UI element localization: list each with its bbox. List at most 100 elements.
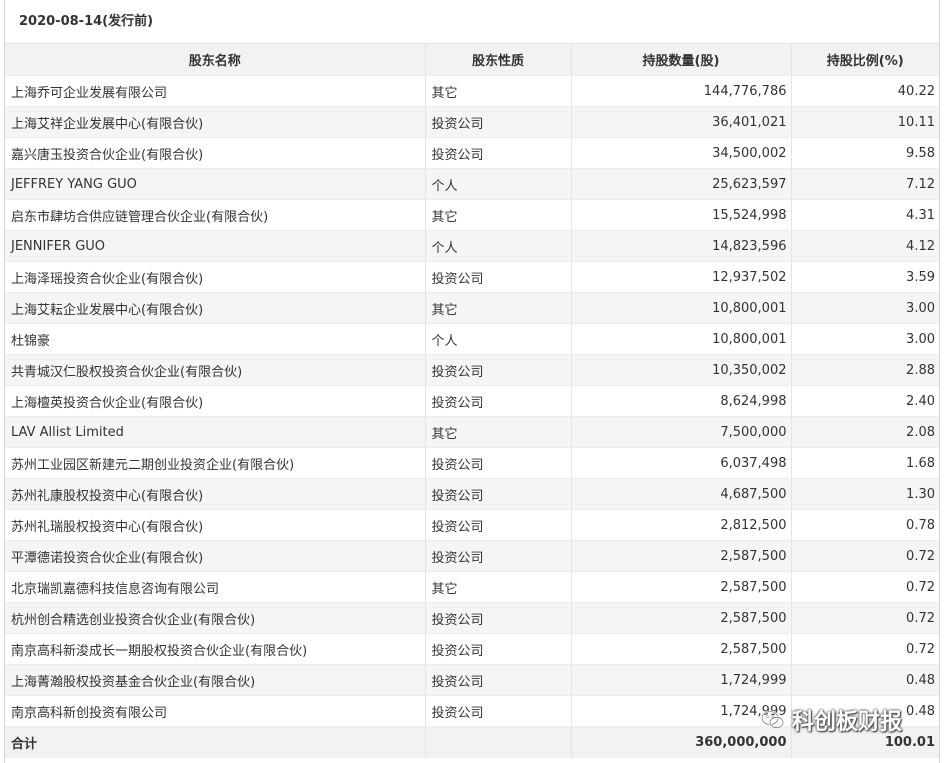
table-row: 启东市肆坊合供应链管理合伙企业(有限合伙) 其它 15,524,998 4.31 <box>5 199 939 231</box>
shareholder-type-cell: 投资公司 <box>425 137 572 169</box>
share-ratio-cell: 3.59 <box>791 261 939 293</box>
shareholder-type-cell: 其它 <box>425 571 572 603</box>
table-row: 苏州礼康股权投资中心(有限合伙) 投资公司 4,687,500 1.30 <box>5 478 939 510</box>
table-row: 苏州工业园区新建元二期创业投资企业(有限合伙) 投资公司 6,037,498 1.68 <box>5 447 939 479</box>
column-header-name: 股东名称 <box>5 44 426 76</box>
total-shares: 360,000,000 <box>571 726 792 758</box>
share-ratio-cell: 0.78 <box>791 509 939 541</box>
total-ratio: 100.01 <box>791 726 939 758</box>
shareholder-name-cell: 上海檀英投资合伙企业(有限合伙) <box>5 385 426 417</box>
table-row: 南京高科新浚成长一期股权投资合伙企业(有限合伙) 投资公司 2,587,500 0.7… <box>5 633 939 665</box>
shareholder-name-cell: 北京瑞凯嘉德科技信息咨询有限公司 <box>5 571 426 603</box>
share-ratio-cell: 40.22 <box>791 75 939 107</box>
total-label: 合计 <box>5 726 426 758</box>
shares-count-cell: 2,812,500 <box>571 509 792 541</box>
shareholder-type-cell: 投资公司 <box>425 540 572 572</box>
shareholder-type-cell: 投资公司 <box>425 664 572 696</box>
shareholder-type-cell: 投资公司 <box>425 478 572 510</box>
shares-count-cell: 10,350,002 <box>571 354 792 386</box>
share-ratio-cell: 3.00 <box>791 292 939 324</box>
shareholder-type-cell: 投资公司 <box>425 695 572 727</box>
shareholder-type-cell: 个人 <box>425 230 572 262</box>
column-header-shares: 持股数量(股) <box>571 44 792 76</box>
shareholder-type-cell: 个人 <box>425 323 572 355</box>
share-ratio-cell: 0.72 <box>791 602 939 634</box>
shares-count-cell: 34,500,002 <box>571 137 792 169</box>
shareholder-name-cell: 苏州礼康股权投资中心(有限合伙) <box>5 478 426 510</box>
shares-count-cell: 10,800,001 <box>571 323 792 355</box>
shareholder-type-cell: 个人 <box>425 168 572 200</box>
shareholder-type-cell: 投资公司 <box>425 509 572 541</box>
shares-count-cell: 25,623,597 <box>571 168 792 200</box>
shareholder-name-cell: JEFFREY YANG GUO <box>5 168 426 200</box>
shareholder-type-cell: 投资公司 <box>425 633 572 665</box>
share-ratio-cell: 2.08 <box>791 416 939 448</box>
total-row: 合计 360,000,000 100.01 <box>5 726 939 758</box>
shares-count-cell: 12,937,502 <box>571 261 792 293</box>
table-row: 杜锦豪 个人 10,800,001 3.00 <box>5 323 939 355</box>
page-title: 2020-08-14(发行前) <box>5 0 939 44</box>
shares-count-cell: 4,687,500 <box>571 478 792 510</box>
share-ratio-cell: 0.72 <box>791 540 939 572</box>
shareholder-name-cell: 南京高科新创投资有限公司 <box>5 695 426 727</box>
share-ratio-cell: 4.12 <box>791 230 939 262</box>
shareholder-name-cell: 平潭德诺投资合伙企业(有限合伙) <box>5 540 426 572</box>
share-ratio-cell: 2.88 <box>791 354 939 386</box>
shareholder-name-cell: 苏州工业园区新建元二期创业投资企业(有限合伙) <box>5 447 426 479</box>
table-row: 上海菁瀚股权投资基金合伙企业(有限合伙) 投资公司 1,724,999 0.48 <box>5 664 939 696</box>
shareholder-name-cell: 上海艾祥企业发展中心(有限合伙) <box>5 106 426 138</box>
table-header-row: 股东名称 股东性质 持股数量(股) 持股比例(%) <box>5 44 939 76</box>
share-ratio-cell: 3.00 <box>791 323 939 355</box>
shares-count-cell: 2,587,500 <box>571 571 792 603</box>
share-ratio-cell: 2.40 <box>791 385 939 417</box>
table-row: 嘉兴唐玉投资合伙企业(有限合伙) 投资公司 34,500,002 9.58 <box>5 137 939 169</box>
table-row: 北京瑞凯嘉德科技信息咨询有限公司 其它 2,587,500 0.72 <box>5 571 939 603</box>
shareholder-type-cell: 投资公司 <box>425 447 572 479</box>
shareholder-name-cell: 嘉兴唐玉投资合伙企业(有限合伙) <box>5 137 426 169</box>
shares-count-cell: 1,724,999 <box>571 695 792 727</box>
shareholder-name-cell: JENNIFER GUO <box>5 230 426 262</box>
shares-count-cell: 7,500,000 <box>571 416 792 448</box>
share-ratio-cell: 0.72 <box>791 571 939 603</box>
table-row: JENNIFER GUO 个人 14,823,596 4.12 <box>5 230 939 262</box>
shareholder-name-cell: 杜锦豪 <box>5 323 426 355</box>
shares-count-cell: 15,524,998 <box>571 199 792 231</box>
share-ratio-cell: 0.72 <box>791 633 939 665</box>
shareholder-type-cell: 投资公司 <box>425 106 572 138</box>
shareholder-name-cell: 共青城汉仁股权投资合伙企业(有限合伙) <box>5 354 426 386</box>
share-ratio-cell: 10.11 <box>791 106 939 138</box>
share-ratio-cell: 1.68 <box>791 447 939 479</box>
share-ratio-cell: 7.12 <box>791 168 939 200</box>
shares-count-cell: 2,587,500 <box>571 633 792 665</box>
shares-count-cell: 144,776,786 <box>571 75 792 107</box>
shareholder-table: 股东名称 股东性质 持股数量(股) 持股比例(%) 上海乔可企业发展有限公司 其它… <box>5 44 939 758</box>
shareholder-type-cell: 其它 <box>425 199 572 231</box>
shareholder-type-cell: 其它 <box>425 292 572 324</box>
column-header-ratio: 持股比例(%) <box>791 44 939 76</box>
table-row: 上海泽瑶投资合伙企业(有限合伙) 投资公司 12,937,502 3.59 <box>5 261 939 293</box>
table-row: 杭州创合精选创业投资合伙企业(有限合伙) 投资公司 2,587,500 0.72 <box>5 602 939 634</box>
shareholder-panel: 2020-08-14(发行前) 股东名称 股东性质 持股数量(股) 持股比例(%… <box>4 0 940 763</box>
shareholder-type-cell: 投资公司 <box>425 354 572 386</box>
table-row: 苏州礼瑞股权投资中心(有限合伙) 投资公司 2,812,500 0.78 <box>5 509 939 541</box>
table-row: 上海艾耘企业发展中心(有限合伙) 其它 10,800,001 3.00 <box>5 292 939 324</box>
shares-count-cell: 2,587,500 <box>571 602 792 634</box>
table-row: 平潭德诺投资合伙企业(有限合伙) 投资公司 2,587,500 0.72 <box>5 540 939 572</box>
shareholder-name-cell: 苏州礼瑞股权投资中心(有限合伙) <box>5 509 426 541</box>
share-ratio-cell: 9.58 <box>791 137 939 169</box>
share-ratio-cell: 4.31 <box>791 199 939 231</box>
table-row: 共青城汉仁股权投资合伙企业(有限合伙) 投资公司 10,350,002 2.88 <box>5 354 939 386</box>
shareholder-name-cell: 上海泽瑶投资合伙企业(有限合伙) <box>5 261 426 293</box>
shareholder-type-cell: 投资公司 <box>425 602 572 634</box>
column-header-type: 股东性质 <box>425 44 572 76</box>
shares-count-cell: 14,823,596 <box>571 230 792 262</box>
shareholder-type-cell: 投资公司 <box>425 385 572 417</box>
shareholder-name-cell: 南京高科新浚成长一期股权投资合伙企业(有限合伙) <box>5 633 426 665</box>
shareholder-name-cell: 上海菁瀚股权投资基金合伙企业(有限合伙) <box>5 664 426 696</box>
table-row: LAV Allist Limited 其它 7,500,000 2.08 <box>5 416 939 448</box>
table-row: JEFFREY YANG GUO 个人 25,623,597 7.12 <box>5 168 939 200</box>
shares-count-cell: 10,800,001 <box>571 292 792 324</box>
shares-count-cell: 8,624,998 <box>571 385 792 417</box>
shareholder-type-cell: 其它 <box>425 416 572 448</box>
table-row: 南京高科新创投资有限公司 投资公司 1,724,999 0.48 <box>5 695 939 727</box>
